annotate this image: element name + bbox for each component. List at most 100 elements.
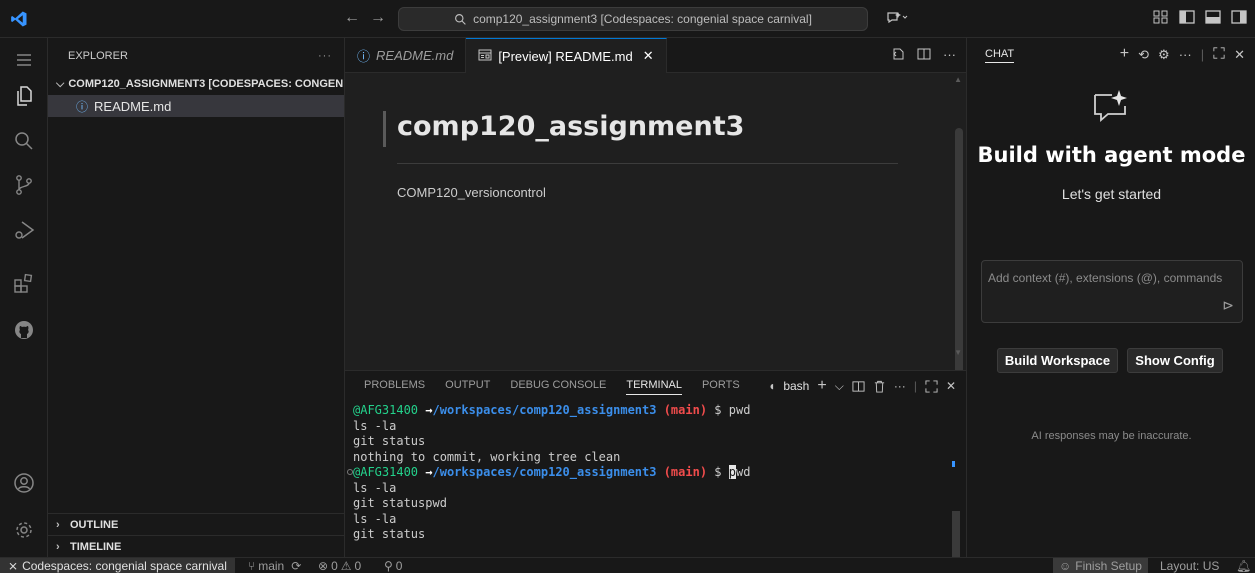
warning-count: 0 (354, 559, 362, 573)
terminal-actions: ◖ bash + ⌵ ··· | ✕ (768, 377, 956, 395)
timeline-section[interactable]: › TIMELINE (48, 535, 345, 557)
outline-section[interactable]: › OUTLINE (48, 513, 345, 535)
terminal-bash-icon[interactable]: ◖ (768, 379, 775, 393)
search-icon (455, 13, 466, 25)
error-count: 0 (331, 559, 338, 573)
close-tab-icon[interactable]: ✕ (643, 48, 654, 64)
scroll-up-icon[interactable]: ▲ (954, 75, 962, 84)
extensions-icon[interactable] (0, 263, 48, 303)
chevron-right-icon: › (56, 518, 60, 531)
tab-readme-label: README.md (376, 48, 454, 63)
separator: | (913, 379, 917, 393)
more-actions-icon[interactable]: ··· (1179, 47, 1192, 63)
customize-layout-icon[interactable] (1153, 10, 1169, 24)
ports-indicator[interactable]: ⚲ 0 (384, 558, 402, 573)
show-config-button[interactable]: Show Config (1127, 348, 1223, 373)
close-icon[interactable]: ✕ (1234, 47, 1245, 63)
timeline-label: TIMELINE (70, 540, 122, 553)
history-icon[interactable]: ⟲ (1138, 47, 1149, 63)
run-and-debug-icon[interactable] (0, 210, 48, 250)
github-icon[interactable] (0, 310, 48, 350)
command-decoration-icon (347, 469, 353, 475)
navigation-arrows: ← → (344, 9, 386, 27)
new-terminal-icon[interactable]: + (817, 377, 826, 395)
tab-debug-console[interactable]: DEBUG CONSOLE (510, 379, 606, 391)
tab-ports[interactable]: PORTS (702, 379, 740, 391)
back-arrow-icon[interactable]: ← (344, 9, 360, 27)
chat-header: CHAT + ⟲ ⚙ ··· | ✕ (967, 38, 1255, 73)
split-terminal-icon[interactable] (852, 380, 865, 393)
error-icon: ⊗ (318, 559, 329, 573)
file-readme[interactable]: ⓘ README.md (48, 95, 344, 117)
explorer-title: EXPLORER (68, 49, 128, 62)
branch-label: main (258, 559, 285, 573)
terminal-output[interactable]: @AFG31400 →/workspaces/comp120_assignmen… (347, 403, 953, 543)
info-icon: ⓘ (357, 49, 371, 64)
remote-indicator[interactable]: ⨯ Codespaces: congenial space carnival (0, 558, 235, 573)
vscode-logo-icon[interactable] (10, 10, 28, 28)
settings-gear-icon[interactable]: ⚙ (1158, 47, 1170, 63)
toggle-secondary-sidebar-icon[interactable] (1231, 10, 1247, 24)
chat-panel: CHAT + ⟲ ⚙ ··· | ✕ Build with agent mode… (966, 38, 1255, 557)
tab-problems[interactable]: PROBLEMS (364, 379, 425, 391)
terminal-cursor: p (728, 465, 736, 479)
search-icon[interactable] (0, 121, 48, 161)
tab-terminal[interactable]: TERMINAL (626, 379, 682, 395)
chat-actions: + ⟲ ⚙ ··· | ✕ (1120, 46, 1245, 63)
terminal-scrollbar[interactable] (952, 511, 960, 557)
terminal-line: git status (353, 527, 426, 541)
scrollbar-marker (952, 461, 955, 467)
maximize-panel-icon[interactable] (925, 379, 938, 393)
close-panel-icon[interactable]: ✕ (946, 379, 956, 393)
editor-scroll-thumb[interactable] (955, 128, 963, 378)
problems-indicator[interactable]: ⊗ 0 ⚠ 0 (318, 558, 361, 573)
chat-title[interactable]: CHAT (985, 48, 1015, 63)
trash-icon[interactable] (873, 380, 886, 393)
send-icon[interactable]: ⊳ (1222, 297, 1234, 314)
split-editor-icon[interactable] (917, 47, 931, 61)
heading-decoration (383, 111, 386, 147)
menu-icon[interactable] (0, 40, 48, 80)
tab-readme[interactable]: ⓘ README.md (345, 38, 467, 73)
branch-indicator[interactable]: ⑂ main ⟳ (248, 558, 301, 573)
more-actions-icon[interactable]: ··· (894, 379, 906, 393)
terminal-line: git status (353, 434, 426, 448)
new-chat-icon[interactable]: + (1120, 46, 1129, 63)
ai-disclaimer: AI responses may be inaccurate. (1031, 430, 1192, 442)
editor-scrollbar[interactable]: ▲ ▼ (952, 73, 966, 378)
command-center-search[interactable]: comp120_assignment3 [Codespaces: congeni… (398, 7, 868, 31)
chat-input[interactable]: Add context (#), extensions (@), command… (981, 260, 1243, 323)
forward-arrow-icon[interactable]: → (370, 9, 386, 27)
chevron-down-icon[interactable]: ⌵ (835, 379, 844, 394)
toggle-primary-sidebar-icon[interactable] (1179, 10, 1195, 24)
notifications-bell-icon[interactable]: 🔔︎ (1236, 558, 1251, 573)
terminal-line: git statuspwd (353, 496, 447, 510)
open-source-icon[interactable] (891, 47, 905, 61)
terminal-line: nothing to commit, working tree clean (353, 449, 621, 464)
preview-icon (478, 49, 492, 64)
build-workspace-button[interactable]: Build Workspace (997, 348, 1118, 373)
settings-gear-icon[interactable] (0, 510, 48, 550)
source-control-icon[interactable] (0, 165, 48, 205)
tab-preview-readme[interactable]: [Preview] README.md ✕ (466, 38, 667, 73)
copilot-chat-sparkle-icon (1094, 90, 1127, 122)
workspace-root-folder[interactable]: ⌵ COMP120_ASSIGNMENT3 [CODESPACES: CONGE… (48, 73, 344, 95)
explorer-icon[interactable] (0, 76, 48, 116)
tab-output[interactable]: OUTPUT (445, 379, 490, 391)
sync-icon[interactable]: ⟳ (291, 559, 301, 573)
terminal-shell-name[interactable]: bash (783, 379, 809, 393)
activity-bar (0, 38, 48, 557)
account-icon[interactable] (0, 463, 48, 503)
preview-paragraph: COMP120_versioncontrol (397, 185, 546, 200)
explorer-more-actions-icon[interactable]: ··· (318, 50, 332, 62)
separator: | (1200, 47, 1205, 62)
copilot-menu-icon[interactable] (886, 10, 908, 27)
more-actions-icon[interactable]: ··· (943, 47, 956, 62)
finish-setup-button[interactable]: ☺ Finish Setup (1053, 558, 1148, 573)
keyboard-layout[interactable]: Layout: US (1160, 558, 1219, 573)
editor-tabs: ⓘ README.md [Preview] README.md ✕ ··· (345, 38, 966, 73)
maximize-icon[interactable] (1213, 47, 1225, 59)
toggle-panel-icon[interactable] (1205, 10, 1221, 24)
scroll-down-icon[interactable]: ▼ (954, 348, 962, 357)
tab-preview-label: [Preview] README.md (498, 48, 633, 64)
